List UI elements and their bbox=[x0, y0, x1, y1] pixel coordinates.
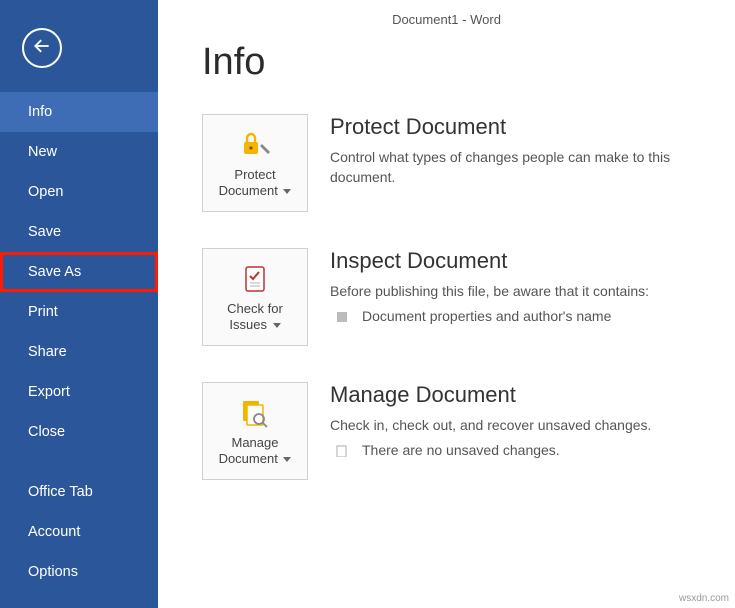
chevron-down-icon bbox=[283, 189, 291, 194]
bullet-text: Document properties and author's name bbox=[362, 308, 611, 324]
section-inspect: Check for Issues Inspect Document Before… bbox=[202, 248, 695, 346]
nav-office-tab[interactable]: Office Tab bbox=[0, 472, 158, 512]
nav-label: Print bbox=[28, 304, 58, 320]
nav-label: Share bbox=[28, 344, 67, 360]
nav-print[interactable]: Print bbox=[0, 292, 158, 332]
section-protect: Protect Document Protect Document Contro… bbox=[202, 114, 695, 212]
nav-save[interactable]: Save bbox=[0, 212, 158, 252]
back-button[interactable] bbox=[22, 28, 62, 68]
nav-options[interactable]: Options bbox=[0, 552, 158, 592]
nav-label: Office Tab bbox=[28, 484, 93, 500]
tile-label: Manage Document bbox=[203, 435, 307, 468]
section-manage: Manage Document Manage Document Check in… bbox=[202, 382, 695, 480]
nav-account[interactable]: Account bbox=[0, 512, 158, 552]
section-heading: Inspect Document bbox=[330, 248, 695, 274]
backstage-sidebar: Info New Open Save Save As Print Share E… bbox=[0, 0, 158, 608]
section-body: Inspect Document Before publishing this … bbox=[330, 248, 695, 346]
protect-document-button[interactable]: Protect Document bbox=[202, 114, 308, 212]
doc-small-icon bbox=[336, 444, 348, 456]
nav-label: Save As bbox=[28, 264, 81, 280]
section-heading: Protect Document bbox=[330, 114, 695, 140]
bullet-row: There are no unsaved changes. bbox=[336, 442, 695, 458]
info-content: Info Protect Document Protect Document C… bbox=[158, 33, 735, 556]
bullet-text: There are no unsaved changes. bbox=[362, 442, 560, 458]
watermark: wsxdn.com bbox=[679, 593, 729, 604]
nav-export[interactable]: Export bbox=[0, 372, 158, 412]
nav-label: Options bbox=[28, 564, 78, 580]
check-for-issues-button[interactable]: Check for Issues bbox=[202, 248, 308, 346]
nav-label: Account bbox=[28, 524, 80, 540]
nav-open[interactable]: Open bbox=[0, 172, 158, 212]
lock-key-icon bbox=[238, 127, 272, 163]
section-desc: Before publishing this file, be aware th… bbox=[330, 282, 695, 302]
section-body: Protect Document Control what types of c… bbox=[330, 114, 695, 212]
nav-save-as[interactable]: Save As bbox=[0, 252, 158, 292]
nav-separator bbox=[0, 452, 158, 472]
nav-label: New bbox=[28, 144, 57, 160]
main-area: Document1 - Word Info Protect Document P… bbox=[158, 0, 735, 608]
section-heading: Manage Document bbox=[330, 382, 695, 408]
window-title: Document1 - Word bbox=[158, 0, 735, 33]
arrow-left-icon bbox=[32, 36, 52, 61]
nav-share[interactable]: Share bbox=[0, 332, 158, 372]
document-stack-icon bbox=[239, 395, 271, 431]
tile-label: Protect Document bbox=[203, 167, 307, 200]
bullet-row: Document properties and author's name bbox=[336, 308, 695, 324]
checklist-icon bbox=[240, 261, 270, 297]
nav-label: Info bbox=[28, 104, 52, 120]
chevron-down-icon bbox=[273, 323, 281, 328]
tile-label: Check for Issues bbox=[203, 301, 307, 334]
nav-info[interactable]: Info bbox=[0, 92, 158, 132]
nav-new[interactable]: New bbox=[0, 132, 158, 172]
nav-label: Open bbox=[28, 184, 63, 200]
section-desc: Check in, check out, and recover unsaved… bbox=[330, 416, 695, 436]
nav-label: Export bbox=[28, 384, 70, 400]
manage-document-button[interactable]: Manage Document bbox=[202, 382, 308, 480]
nav-label: Save bbox=[28, 224, 61, 240]
page-title: Info bbox=[202, 41, 695, 84]
chevron-down-icon bbox=[283, 457, 291, 462]
nav-label: Close bbox=[28, 424, 65, 440]
section-desc: Control what types of changes people can… bbox=[330, 148, 695, 187]
section-body: Manage Document Check in, check out, and… bbox=[330, 382, 695, 480]
square-bullet-icon bbox=[336, 310, 348, 322]
nav-close[interactable]: Close bbox=[0, 412, 158, 452]
